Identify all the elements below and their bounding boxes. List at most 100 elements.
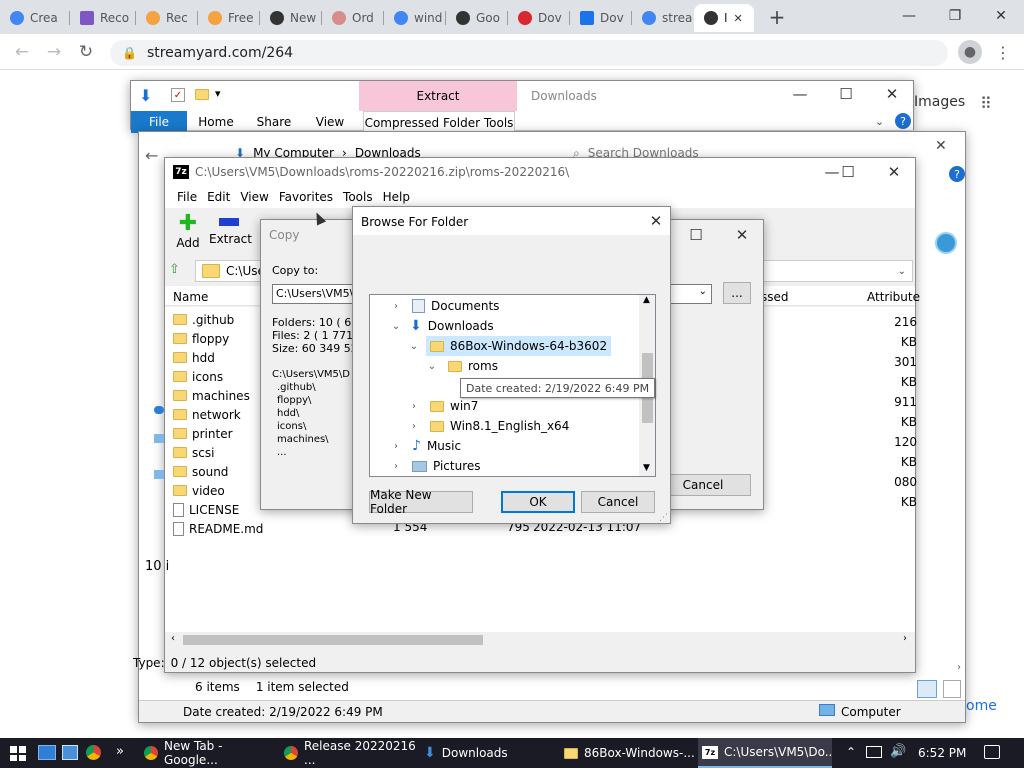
browser-tab[interactable]: strea bbox=[632, 4, 694, 32]
path-dropdown-icon[interactable]: ⌄ bbox=[898, 266, 906, 277]
cancel-button[interactable]: Cancel bbox=[581, 491, 655, 513]
menu-tools[interactable]: Tools bbox=[338, 190, 378, 204]
expand-chevron-icon[interactable]: › bbox=[390, 441, 402, 452]
browser-tab[interactable]: Dov bbox=[570, 4, 632, 32]
ribbon-tab-file[interactable]: File bbox=[131, 111, 187, 133]
taskbar-overflow-icon[interactable]: » bbox=[116, 744, 124, 759]
expand-chevron-icon[interactable]: › bbox=[408, 401, 420, 412]
clock-time[interactable]: 6:52 PM bbox=[918, 746, 966, 760]
ribbon-collapse-icon[interactable]: ⌄ bbox=[875, 115, 884, 128]
horizontal-scrollbar[interactable]: ‹ › bbox=[165, 632, 915, 648]
ok-button[interactable]: OK bbox=[501, 491, 575, 513]
column-packed[interactable]: ssed bbox=[761, 290, 789, 304]
help-icon[interactable]: ? bbox=[895, 113, 911, 129]
ribbon-tab-compressed-tools[interactable]: Compressed Folder Tools bbox=[363, 111, 515, 133]
ribbon-tab-home[interactable]: Home bbox=[191, 111, 241, 133]
expand-chevron-icon[interactable]: › bbox=[408, 421, 420, 432]
scroll-right-icon[interactable]: › bbox=[903, 633, 907, 644]
large-icons-view-icon[interactable] bbox=[943, 680, 961, 698]
page-images-link[interactable]: Images bbox=[914, 94, 965, 110]
network-tray-icon[interactable] bbox=[866, 746, 882, 758]
collapse-chevron-icon[interactable]: ⌄ bbox=[426, 361, 438, 372]
tree-item-win81[interactable]: › Win8.1_English_x64 bbox=[408, 416, 569, 436]
ribbon-tab-share[interactable]: Share bbox=[249, 111, 299, 133]
start-windows-icon[interactable] bbox=[10, 746, 26, 761]
copy-path-dropdown-icon[interactable]: ⌄ bbox=[699, 286, 707, 297]
tree-item-downloads[interactable]: ⌄ ⬇ Downloads bbox=[390, 316, 494, 336]
menu-edit[interactable]: Edit bbox=[202, 190, 235, 204]
reload-icon[interactable]: ↻ bbox=[74, 40, 98, 64]
tree-item-pictures[interactable]: › Pictures bbox=[390, 456, 481, 476]
menu-help[interactable]: Help bbox=[378, 190, 415, 204]
back-icon[interactable]: ← bbox=[10, 40, 34, 64]
taskbar-item[interactable]: Release 20220216 ... bbox=[280, 738, 416, 768]
quick-access-download-icon[interactable]: ⬇ bbox=[139, 86, 155, 105]
tree-item-roms[interactable]: ⌄ roms bbox=[426, 356, 498, 376]
scroll-left-icon[interactable]: ‹ bbox=[171, 633, 175, 644]
toolbar-extract-button[interactable]: Extract bbox=[209, 212, 252, 256]
extract-context-tab[interactable]: Extract bbox=[359, 81, 517, 111]
browser-tab[interactable]: Goo bbox=[446, 4, 508, 32]
folder-up-icon[interactable]: ⇧ bbox=[169, 262, 187, 280]
tray-chevron-icon[interactable]: ⌃ bbox=[846, 745, 856, 759]
browser-tab[interactable]: Free bbox=[198, 4, 260, 32]
chrome-pinned-icon[interactable] bbox=[86, 745, 101, 760]
taskbar-item-active[interactable]: 7z C:\Users\VM5\Do... bbox=[698, 738, 832, 768]
notifications-icon[interactable] bbox=[984, 745, 1000, 759]
menu-file[interactable]: File bbox=[172, 190, 202, 204]
browser-tab[interactable]: Dov bbox=[508, 4, 570, 32]
copy-maximize-icon[interactable]: ☐ bbox=[681, 224, 711, 246]
chrome-minimize-icon[interactable]: — bbox=[886, 0, 932, 32]
help-icon[interactable]: ? bbox=[949, 166, 965, 182]
tree-item-music[interactable]: › ♪ Music bbox=[390, 436, 461, 456]
explorer-back-icon[interactable]: ← bbox=[145, 146, 158, 165]
browse-close-icon[interactable]: ✕ bbox=[641, 210, 671, 232]
browser-tab-active[interactable]: I ✕ bbox=[694, 4, 754, 32]
new-folder-qat-icon[interactable] bbox=[195, 89, 209, 100]
collapse-chevron-icon[interactable]: ⌄ bbox=[390, 321, 402, 332]
browser-tab[interactable]: Ord bbox=[322, 4, 384, 32]
tree-item-win7[interactable]: › win7 bbox=[408, 396, 478, 416]
new-tab-button[interactable]: + bbox=[764, 4, 790, 30]
taskbar-item[interactable]: New Tab - Google... bbox=[140, 738, 276, 768]
browser-tab[interactable]: New bbox=[260, 4, 322, 32]
apps-grid-icon[interactable]: ⠿ bbox=[980, 94, 1000, 113]
browse-button[interactable]: ... bbox=[723, 282, 751, 304]
explorer-hscroll-right-icon[interactable]: › bbox=[957, 662, 961, 673]
chrome-close-icon[interactable]: ✕ bbox=[978, 0, 1024, 32]
tab-close-icon[interactable]: ✕ bbox=[734, 12, 743, 25]
make-new-folder-button[interactable]: Make New Folder bbox=[369, 488, 473, 516]
address-bar[interactable]: 🔒 streamyard.com/264 bbox=[110, 40, 948, 66]
menu-favorites[interactable]: Favorites bbox=[274, 190, 338, 204]
details-view-icon[interactable] bbox=[917, 680, 937, 698]
browser-tab[interactable]: wind bbox=[384, 4, 446, 32]
explorer-pinned-icon[interactable] bbox=[62, 745, 78, 760]
browser-tab[interactable]: Crea bbox=[0, 4, 70, 32]
toolbar-add-button[interactable]: ✚ Add bbox=[173, 212, 203, 256]
explorer-maximize-icon[interactable]: ☐ bbox=[831, 83, 861, 105]
chrome-restore-icon[interactable]: ❐ bbox=[932, 0, 978, 32]
scroll-thumb[interactable] bbox=[183, 635, 483, 645]
sevenzip-close-icon[interactable]: ✕ bbox=[879, 161, 909, 183]
copy-close-icon[interactable]: ✕ bbox=[727, 224, 757, 246]
browser-tab[interactable]: Rec bbox=[136, 4, 198, 32]
menu-view[interactable]: View bbox=[235, 190, 273, 204]
tree-item-documents[interactable]: › Documents bbox=[390, 296, 499, 316]
explorer-close-icon[interactable]: ✕ bbox=[877, 83, 907, 105]
sevenzip-maximize-icon[interactable]: ☐ bbox=[833, 161, 863, 183]
site-info-icon[interactable]: 🔒 bbox=[122, 46, 137, 60]
tree-item-86box[interactable]: ⌄ 86Box-Windows-64-b3602 bbox=[408, 336, 612, 356]
collapse-chevron-icon[interactable]: ⌄ bbox=[408, 341, 420, 352]
expand-chevron-icon[interactable]: › bbox=[390, 461, 402, 472]
ribbon-tab-view[interactable]: View bbox=[307, 111, 353, 133]
taskbar-item[interactable]: ⬇ Downloads bbox=[420, 738, 556, 768]
explorer2-close-icon[interactable]: ✕ bbox=[935, 138, 947, 154]
volume-icon[interactable]: 🔊 bbox=[890, 744, 906, 759]
task-view-icon[interactable] bbox=[38, 745, 56, 760]
page-home-link[interactable]: ome bbox=[966, 698, 997, 714]
taskbar-item[interactable]: 86Box-Windows-... bbox=[560, 738, 696, 768]
qat-dropdown-icon[interactable]: ▾ bbox=[215, 87, 221, 100]
tree-scroll-down-icon[interactable]: ▼ bbox=[643, 463, 650, 473]
column-name[interactable]: Name bbox=[173, 290, 208, 304]
profile-avatar-icon[interactable]: ● bbox=[958, 40, 982, 64]
